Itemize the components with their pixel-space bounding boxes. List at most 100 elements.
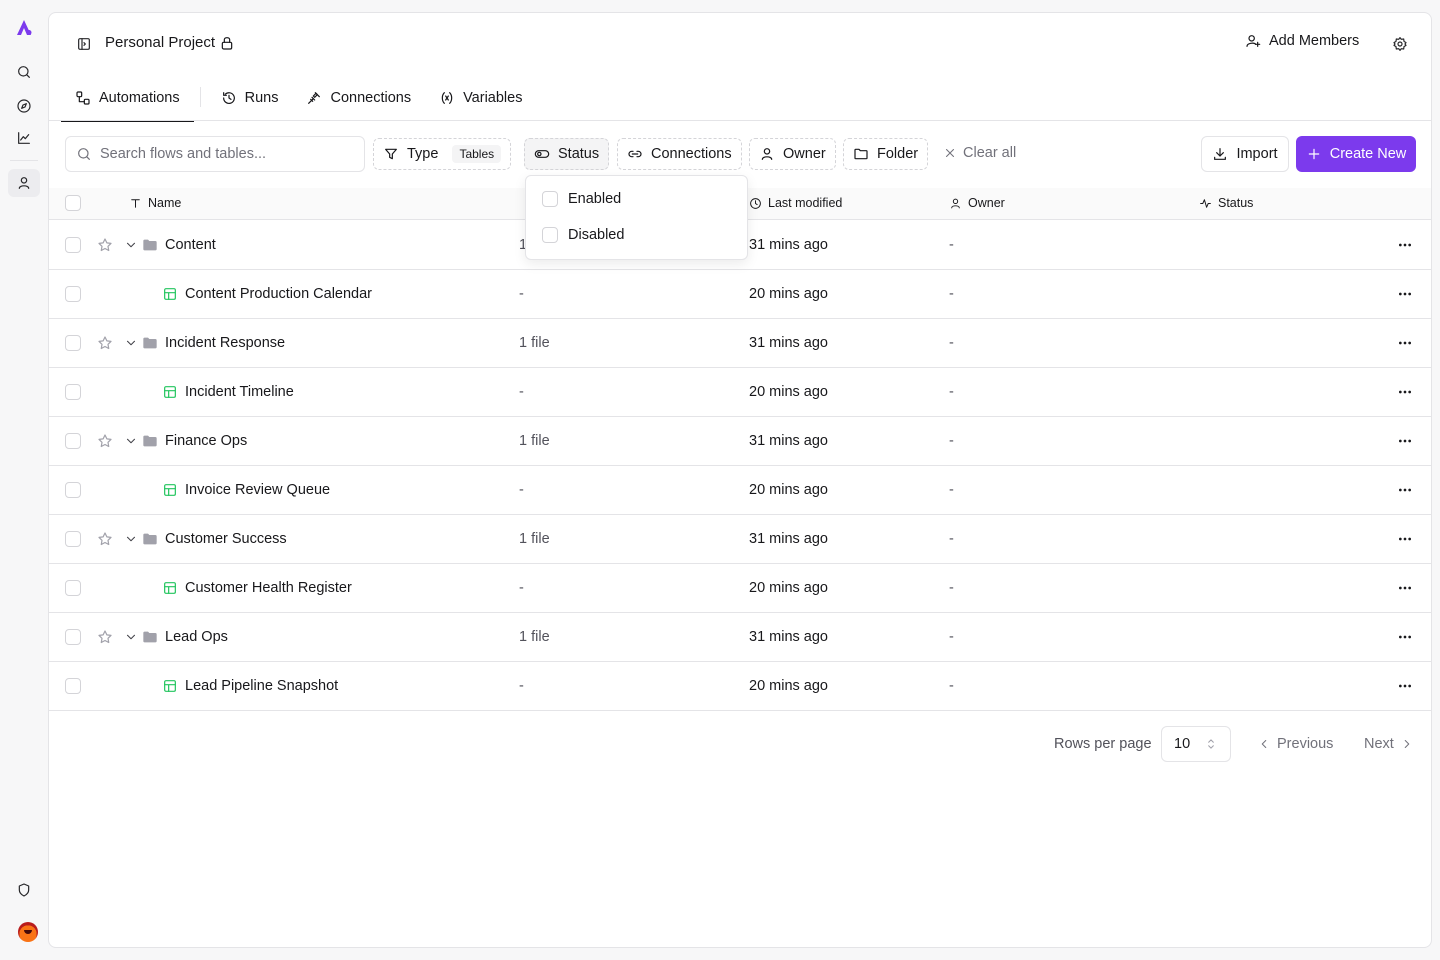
add-members-button[interactable]: Add Members (1245, 33, 1359, 49)
gear-icon[interactable] (1391, 35, 1409, 53)
project-title[interactable]: Personal Project (105, 34, 235, 51)
rows-per-page-select[interactable]: 10 (1161, 726, 1231, 762)
row-checkbox[interactable] (65, 286, 81, 302)
next-page-button[interactable]: Next (1364, 736, 1414, 752)
table-row[interactable]: Incident Response 1 file 31 mins ago - (49, 319, 1431, 368)
status-option-label: Disabled (568, 227, 625, 243)
chart-icon[interactable] (8, 124, 40, 152)
filter-folder[interactable]: Folder (843, 138, 929, 170)
user-icon[interactable] (8, 169, 40, 197)
more-icon[interactable] (1397, 237, 1413, 253)
logo-icon[interactable] (8, 14, 40, 42)
row-checkbox[interactable] (65, 531, 81, 547)
tab-automations[interactable]: Automations (61, 75, 194, 122)
project-title-text: Personal Project (105, 34, 216, 51)
chevron-down-icon[interactable] (124, 238, 138, 252)
row-checkbox[interactable] (65, 678, 81, 694)
import-button[interactable]: Import (1201, 136, 1289, 172)
table-icon (162, 384, 178, 400)
chevron-down-icon[interactable] (124, 336, 138, 350)
more-icon[interactable] (1397, 335, 1413, 351)
star-icon[interactable] (97, 629, 113, 645)
row-checkbox[interactable] (65, 629, 81, 645)
status-filter-dropdown: Enabled Disabled (525, 175, 748, 260)
more-icon[interactable] (1397, 433, 1413, 449)
compass-icon[interactable] (8, 92, 40, 120)
folder-icon (142, 629, 158, 645)
more-icon[interactable] (1397, 482, 1413, 498)
tab-variables[interactable]: Variables (425, 75, 536, 121)
column-status[interactable]: Status (1199, 196, 1253, 210)
table-row[interactable]: Lead Pipeline Snapshot - 20 mins ago - (49, 662, 1431, 711)
sidebar-toggle-icon[interactable] (75, 35, 93, 53)
table-row[interactable]: Invoice Review Queue - 20 mins ago - (49, 466, 1431, 515)
create-new-button[interactable]: Create New (1296, 136, 1416, 172)
search-input[interactable] (100, 146, 350, 162)
table-row[interactable]: Incident Timeline - 20 mins ago - (49, 368, 1431, 417)
more-icon[interactable] (1397, 286, 1413, 302)
status-option-checkbox[interactable] (542, 191, 558, 207)
column-status-label: Status (1218, 196, 1254, 210)
column-last-modified[interactable]: Last modified (749, 196, 842, 210)
status-option-label: Enabled (568, 191, 622, 207)
filter-status[interactable]: Status (524, 138, 610, 170)
tab-connections-label: Connections (330, 90, 412, 106)
table-row[interactable]: Lead Ops 1 file 31 mins ago - (49, 613, 1431, 662)
tab-runs-label: Runs (244, 90, 279, 106)
tab-automations-label: Automations (99, 90, 180, 106)
more-icon[interactable] (1397, 580, 1413, 596)
row-checkbox[interactable] (65, 237, 81, 253)
row-checkbox[interactable] (65, 335, 81, 351)
row-checkbox[interactable] (65, 433, 81, 449)
status-option-enabled[interactable]: Enabled (542, 191, 621, 207)
star-icon[interactable] (97, 335, 113, 351)
star-icon[interactable] (97, 531, 113, 547)
filter-type-badge: Tables (452, 145, 502, 163)
avatar[interactable] (18, 922, 38, 942)
automations-icon (75, 90, 91, 106)
row-detail: - (519, 482, 524, 498)
table-icon (162, 286, 178, 302)
column-name[interactable]: Name (129, 196, 181, 210)
tab-connections[interactable]: Connections (292, 75, 425, 121)
topbar: Personal Project Add Members (49, 13, 1431, 75)
filter-connections[interactable]: Connections (617, 138, 742, 170)
table-row[interactable]: Customer Success 1 file 31 mins ago - (49, 515, 1431, 564)
filter-type[interactable]: Type Tables (373, 138, 512, 170)
row-checkbox[interactable] (65, 580, 81, 596)
chevron-down-icon[interactable] (124, 532, 138, 546)
row-name: Incident Timeline (185, 384, 294, 400)
table-row[interactable]: Finance Ops 1 file 31 mins ago - (49, 417, 1431, 466)
tab-runs[interactable]: Runs (207, 75, 293, 121)
plus-icon (1306, 146, 1322, 162)
download-icon (1212, 146, 1228, 162)
select-all-checkbox[interactable] (65, 195, 81, 211)
more-icon[interactable] (1397, 629, 1413, 645)
column-owner[interactable]: Owner (949, 196, 1005, 210)
previous-page-button[interactable]: Previous (1257, 736, 1333, 752)
search-icon[interactable] (8, 58, 40, 86)
status-option-disabled[interactable]: Disabled (542, 227, 624, 243)
filter-owner[interactable]: Owner (749, 138, 836, 170)
shield-icon[interactable] (8, 876, 40, 904)
row-name: Content Production Calendar (185, 286, 373, 302)
table-row[interactable]: Content Production Calendar - 20 mins ag… (49, 270, 1431, 319)
row-name: Invoice Review Queue (185, 482, 331, 498)
star-icon[interactable] (97, 433, 113, 449)
more-icon[interactable] (1397, 531, 1413, 547)
more-icon[interactable] (1397, 678, 1413, 694)
row-checkbox[interactable] (65, 384, 81, 400)
chevron-down-icon[interactable] (124, 630, 138, 644)
table-icon (162, 580, 178, 596)
chevron-down-icon[interactable] (124, 434, 138, 448)
row-modified: 31 mins ago (749, 433, 828, 449)
clear-all-button[interactable]: Clear all (943, 145, 1016, 161)
status-option-checkbox[interactable] (542, 227, 558, 243)
row-detail: 1 file (519, 335, 550, 351)
row-name: Incident Response (165, 335, 286, 351)
star-icon[interactable] (97, 237, 113, 253)
row-checkbox[interactable] (65, 482, 81, 498)
tab-variables-label: Variables (463, 90, 523, 106)
table-row[interactable]: Customer Health Register - 20 mins ago - (49, 564, 1431, 613)
more-icon[interactable] (1397, 384, 1413, 400)
